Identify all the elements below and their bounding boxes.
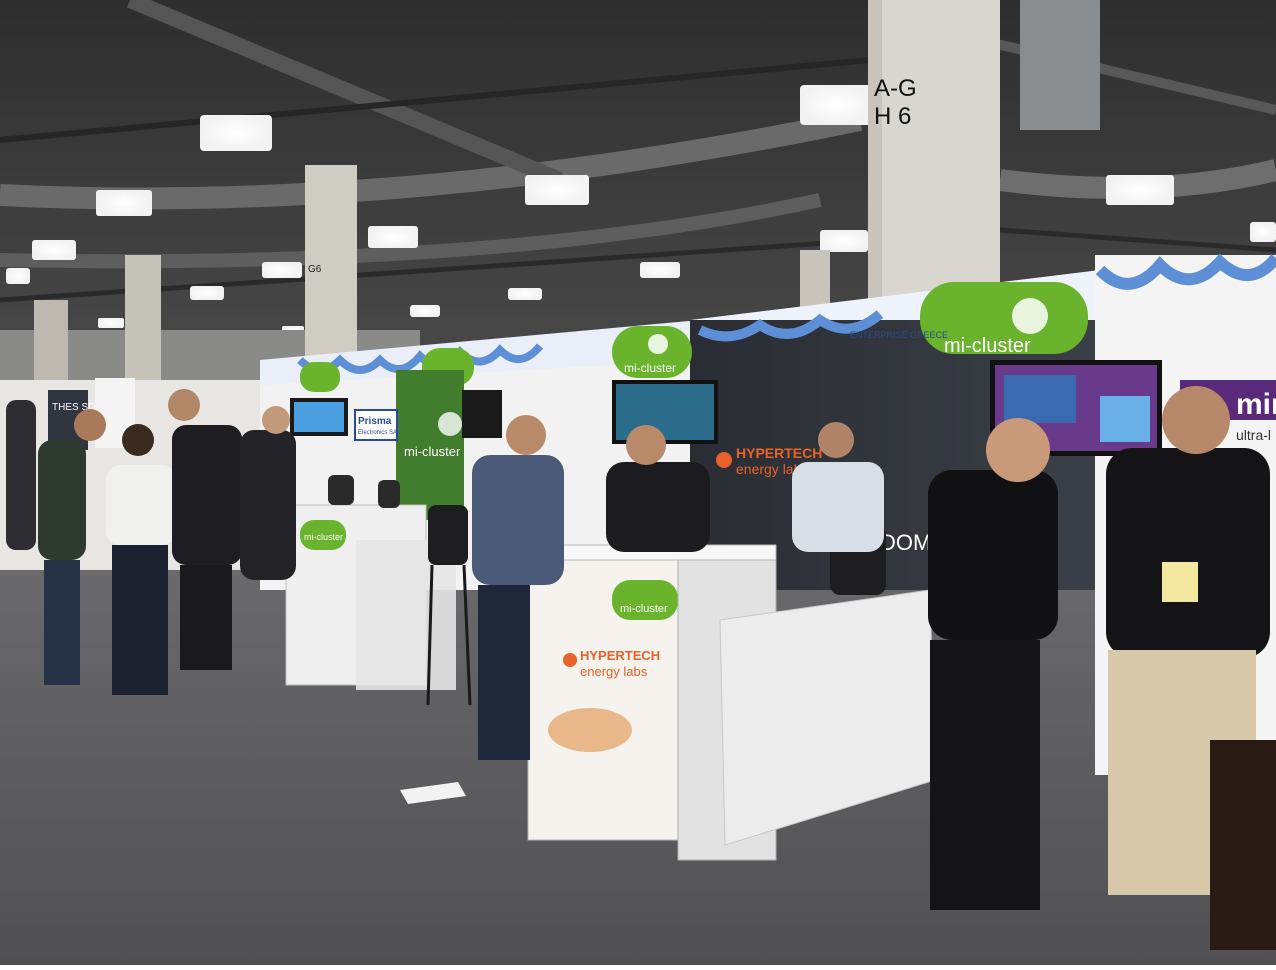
mi-cluster-mid-text: mi-cluster (624, 361, 676, 375)
counter-hypertech-line2: energy labs (580, 664, 648, 679)
pillar-sign-line1: A-G (874, 75, 917, 102)
right-booth-sub: ultra-l (1236, 427, 1271, 443)
small-pillar-sign: G6 (308, 264, 322, 275)
standing-banner-text: mi-cluster (404, 444, 461, 459)
prisma-text: Prisma (358, 416, 392, 427)
counter-hypertech-line1: HYPERTECH (580, 648, 660, 663)
enterprise-greece-text: ENTERPRISE GREECE (850, 330, 948, 340)
expo-hall-photo: A-G H 6 G6 THES SDO mi-cluster mi-cluste… (0, 0, 1276, 965)
standing-banner: mi-cluster (396, 370, 464, 520)
counter-left-brand: mi-cluster (304, 532, 343, 542)
prisma-sign: Prisma Electronics SA (354, 409, 398, 441)
mi-cluster-large-text: mi-cluster (944, 335, 1031, 357)
counter-center-brand: mi-cluster (620, 603, 668, 615)
prisma-sub-text: Electronics SA (358, 430, 397, 436)
pillar-sign-line2: H 6 (874, 103, 911, 130)
right-booth-text: mir (1236, 388, 1276, 421)
hypertech-line1: HYPERTECH (736, 445, 822, 461)
